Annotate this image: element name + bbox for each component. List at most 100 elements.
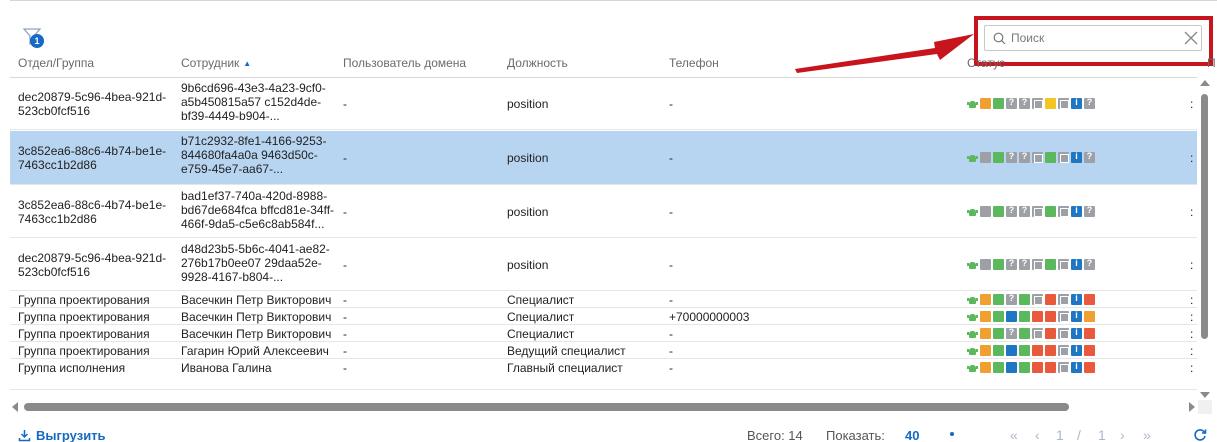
table-footer: Выгрузить Всего: 14 Показать: 40 « ‹ 1 /… <box>0 420 1217 442</box>
page-size-select[interactable]: 40 <box>905 428 919 442</box>
status-r-icon <box>1084 294 1095 305</box>
close-icon[interactable] <box>1183 30 1199 46</box>
row-employee: Васечкин Петр Викторович <box>181 293 332 307</box>
status-g-icon <box>1019 345 1030 356</box>
row-department: 3c852ea6-88c6-4b74-be1e-7463cc1b2d86 <box>18 144 167 172</box>
last-page-icon[interactable]: » <box>1143 427 1151 442</box>
column-header-department[interactable]: Отдел/Группа <box>18 56 94 70</box>
prev-page-icon[interactable]: ‹ <box>1035 427 1040 442</box>
scroll-left-icon[interactable] <box>12 402 18 412</box>
row-phone: - <box>669 205 673 219</box>
status-r-icon <box>1032 311 1043 322</box>
android-icon <box>967 345 978 356</box>
export-label: Выгрузить <box>36 428 106 442</box>
status-r-icon <box>1084 345 1095 356</box>
next-page-icon[interactable]: › <box>1120 427 1125 442</box>
table-row[interactable]: Группа проектирования Гагарин Юрий Алексе… <box>10 343 1197 359</box>
search-icon <box>993 32 1006 45</box>
status-g-icon <box>993 206 1004 217</box>
table-row[interactable]: Группа проектирования Васечкин Петр Викто… <box>10 309 1197 325</box>
status-g-icon <box>1045 259 1056 270</box>
row-department: Группа проектирования <box>18 327 150 341</box>
table-row[interactable]: Группа проектирования Васечкин Петр Викто… <box>10 292 1197 308</box>
scroll-up-icon[interactable] <box>1200 80 1210 86</box>
vertical-scroll-thumb[interactable] <box>1201 94 1208 339</box>
table-row[interactable]: Группа исполнения Иванова Галина - Главный … <box>10 360 1197 390</box>
scroll-down-icon[interactable] <box>1200 392 1210 398</box>
table-row[interactable]: dec20879-5c96-4bea-921d-523cb0fcf516 9b6c… <box>10 78 1197 130</box>
horizontal-scrollbar[interactable] <box>10 400 1197 414</box>
row-position: Главный специалист <box>507 361 623 375</box>
row-employee: d48d23b5-5b6c-4041-ae82-276b17b0ee07 29d… <box>181 242 330 284</box>
status-o-icon <box>980 345 991 356</box>
android-icon <box>967 206 978 217</box>
status-b-inf-icon <box>1071 361 1082 373</box>
status-gr-q-icon <box>1019 258 1030 270</box>
status-gr-box-icon <box>1032 259 1043 270</box>
row-domain-user: - <box>343 327 347 341</box>
status-icons <box>967 344 1095 356</box>
status-b-inf-icon <box>1071 344 1082 356</box>
status-gr-box-icon <box>1032 98 1043 109</box>
column-header-employee[interactable]: Сотрудник ▲ <box>181 56 251 70</box>
status-g-icon <box>993 328 1004 339</box>
search-input[interactable] <box>1011 29 1171 47</box>
status-gr-box-icon <box>1058 345 1069 356</box>
row-domain-user: - <box>343 151 347 165</box>
row-department: 3c852ea6-88c6-4b74-be1e-7463cc1b2d86 <box>18 198 167 226</box>
table-row[interactable]: Группа проектирования Васечкин Петр Викто… <box>10 326 1197 342</box>
column-header-domain-user[interactable]: Пользователь домена <box>343 56 466 70</box>
row-phone: +70000000003 <box>669 310 750 324</box>
status-g-icon <box>993 152 1004 163</box>
filter-button[interactable]: 1 <box>23 27 47 51</box>
status-gr-q-icon <box>1019 205 1030 217</box>
status-b-icon <box>1006 311 1017 322</box>
column-header-extra[interactable]: П <box>1207 56 1216 70</box>
row-domain-user: - <box>343 258 347 272</box>
status-b-inf-icon <box>1071 97 1082 109</box>
status-g-icon <box>993 294 1004 305</box>
row-extra-cell: : <box>1190 151 1194 165</box>
table-row[interactable]: 3c852ea6-88c6-4b74-be1e-7463cc1b2d86 bad1… <box>10 186 1197 238</box>
refresh-icon[interactable] <box>1193 428 1207 442</box>
column-header-phone[interactable]: Телефон <box>669 56 719 70</box>
row-position: position <box>507 258 549 272</box>
page-separator: / <box>1077 427 1081 442</box>
row-phone: - <box>669 258 673 272</box>
row-department: dec20879-5c96-4bea-921d-523cb0fcf516 <box>18 251 167 279</box>
search-box[interactable] <box>984 25 1202 51</box>
scroll-right-icon[interactable] <box>1189 402 1195 412</box>
column-header-position[interactable]: Должность <box>507 56 568 70</box>
table-row[interactable]: dec20879-5c96-4bea-921d-523cb0fcf516 d48d… <box>10 239 1197 291</box>
status-b-icon <box>1006 362 1017 373</box>
status-gr-box-icon <box>1058 98 1069 109</box>
export-button[interactable]: Выгрузить <box>18 428 106 442</box>
status-g-icon <box>993 98 1004 109</box>
row-employee: Васечкин Петр Викторович <box>181 310 332 324</box>
horizontal-scroll-thumb[interactable] <box>24 403 1069 411</box>
top-divider <box>10 0 1217 1</box>
status-gr-q-icon <box>1084 97 1095 109</box>
table-row[interactable]: 3c852ea6-88c6-4b74-be1e-7463cc1b2d86 b71c… <box>10 131 1197 185</box>
status-g-icon <box>1019 362 1030 373</box>
row-employee: Васечкин Петр Викторович <box>181 327 332 341</box>
status-g-icon <box>993 311 1004 322</box>
page-size-caret-icon[interactable] <box>950 432 954 436</box>
status-gr-q-icon <box>1006 97 1017 109</box>
android-icon <box>967 152 978 163</box>
status-r-icon <box>1032 345 1043 356</box>
row-extra-cell: : <box>1190 344 1194 358</box>
status-gr-q-icon <box>1006 151 1017 163</box>
row-employee: Гагарин Юрий Алексеевич <box>181 344 329 358</box>
scroll-corner <box>1198 400 1212 414</box>
row-domain-user: - <box>343 344 347 358</box>
row-phone: - <box>669 327 673 341</box>
vertical-scrollbar[interactable] <box>1198 78 1212 400</box>
status-b-inf-icon <box>1071 151 1082 163</box>
column-header-status[interactable]: Статус <box>967 56 1005 70</box>
row-department: Группа исполнения <box>18 361 126 375</box>
status-gr-q-icon <box>1006 293 1017 305</box>
first-page-icon[interactable]: « <box>1010 427 1018 442</box>
row-position: Специалист <box>507 310 575 324</box>
status-gr-icon <box>980 259 991 270</box>
